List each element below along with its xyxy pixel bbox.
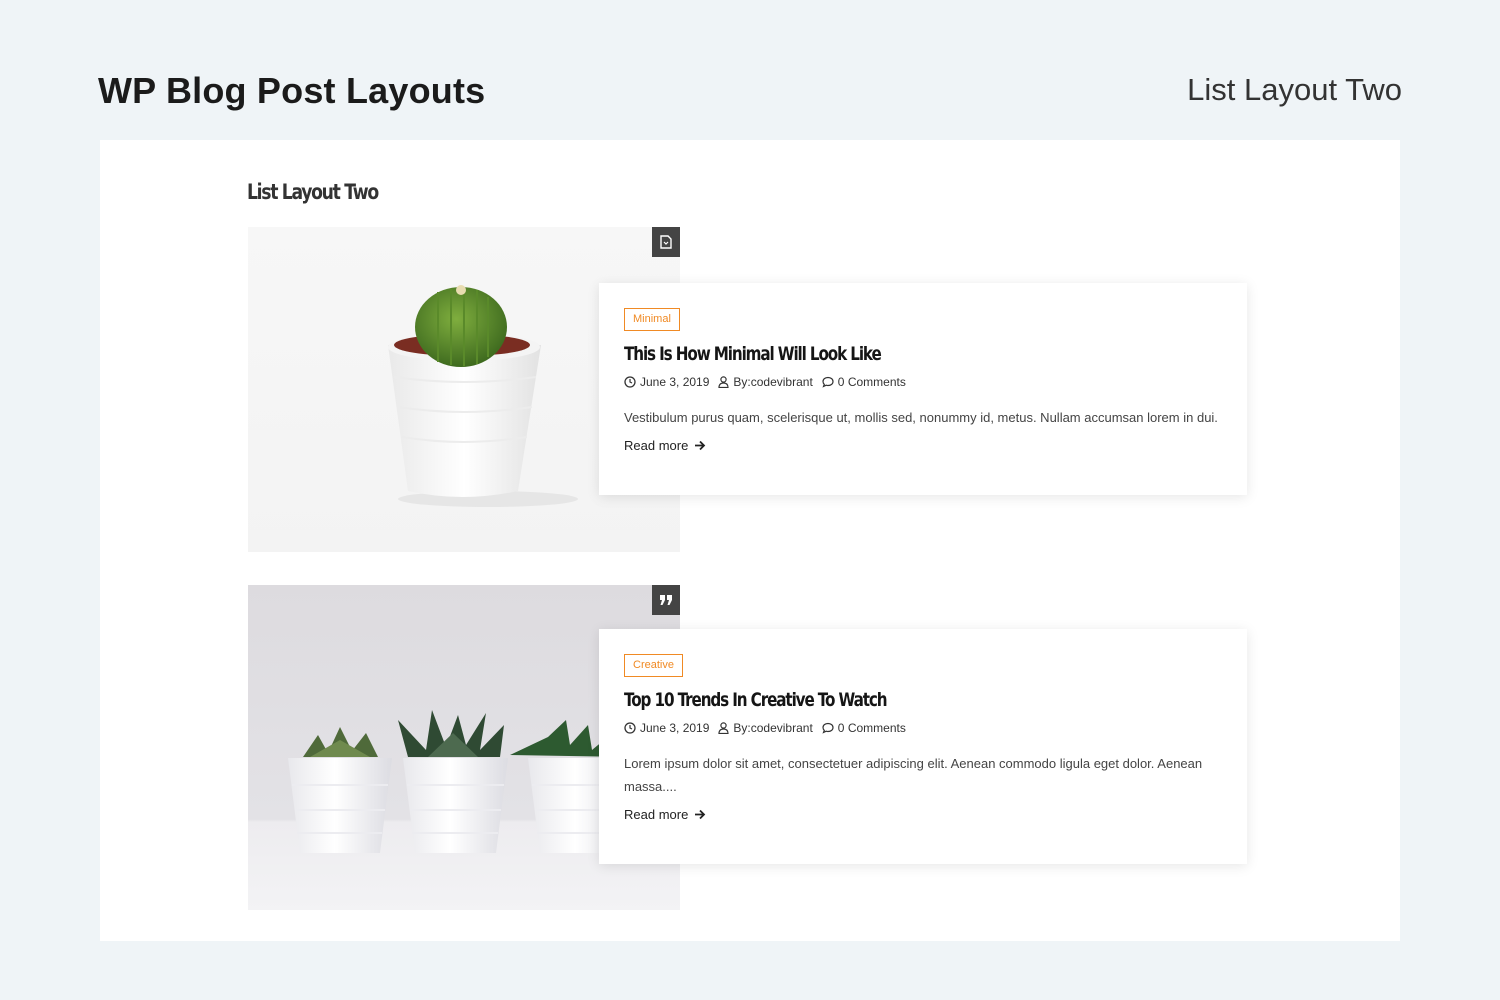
comment-count: 0 (837, 375, 845, 389)
comment-icon (822, 722, 834, 734)
page-subtitle: List Layout Two (1187, 72, 1402, 107)
page-title: WP Blog Post Layouts (98, 70, 486, 111)
clock-icon (624, 722, 636, 734)
post-author-text: By:codevibrant (733, 721, 813, 735)
post-comments[interactable]: 0 Comments (822, 721, 906, 735)
clock-icon (624, 376, 636, 388)
post-author[interactable]: By:codevibrant (718, 721, 813, 735)
post-meta: June 3, 2019 By:codevibrant 0 Comments (624, 375, 1222, 389)
post-item: Minimal This Is How Minimal Will Look Li… (248, 227, 1248, 552)
post-date[interactable]: June 3, 2019 (624, 375, 709, 389)
user-icon (718, 376, 730, 388)
arrow-right-icon (695, 809, 706, 820)
comment-count: 0 (837, 721, 845, 735)
document-icon (660, 235, 672, 249)
post-excerpt: Lorem ipsum dolor sit amet, consectetuer… (624, 756, 1203, 794)
category-tag[interactable]: Minimal (624, 308, 680, 331)
post-card: Creative Top 10 Trends In Creative To Wa… (599, 629, 1247, 864)
read-more-label: Read more (624, 807, 689, 822)
post-item: Creative Top 10 Trends In Creative To Wa… (248, 585, 1248, 910)
post-date-text: June 3, 2019 (640, 375, 710, 389)
section-heading: List Layout Two (247, 180, 379, 204)
post-title[interactable]: This Is How Minimal Will Look Like (624, 343, 1102, 365)
post-title[interactable]: Top 10 Trends In Creative To Watch (624, 689, 1102, 711)
user-icon (718, 722, 730, 734)
post-date[interactable]: June 3, 2019 (624, 721, 709, 735)
post-format-badge (652, 585, 680, 615)
post-date-text: June 3, 2019 (640, 721, 710, 735)
read-more-link[interactable]: Read more (624, 807, 706, 822)
content-panel: List Layout Two Minimal This Is How Mini… (100, 140, 1400, 941)
comment-icon (822, 376, 834, 388)
comment-label: Comments (847, 375, 906, 389)
arrow-right-icon (695, 440, 706, 451)
comment-label: Comments (847, 721, 906, 735)
post-card: Minimal This Is How Minimal Will Look Li… (599, 283, 1247, 495)
post-meta: June 3, 2019 By:codevibrant 0 Comments (624, 721, 1222, 735)
post-comments[interactable]: 0 Comments (822, 375, 906, 389)
read-more-label: Read more (624, 438, 689, 453)
quote-icon (660, 595, 672, 605)
post-author-text: By:codevibrant (733, 375, 813, 389)
post-format-badge (652, 227, 680, 257)
read-more-link[interactable]: Read more (624, 438, 706, 453)
post-author[interactable]: By:codevibrant (718, 375, 813, 389)
post-excerpt: Vestibulum purus quam, scelerisque ut, m… (624, 410, 1218, 425)
category-tag[interactable]: Creative (624, 654, 683, 677)
